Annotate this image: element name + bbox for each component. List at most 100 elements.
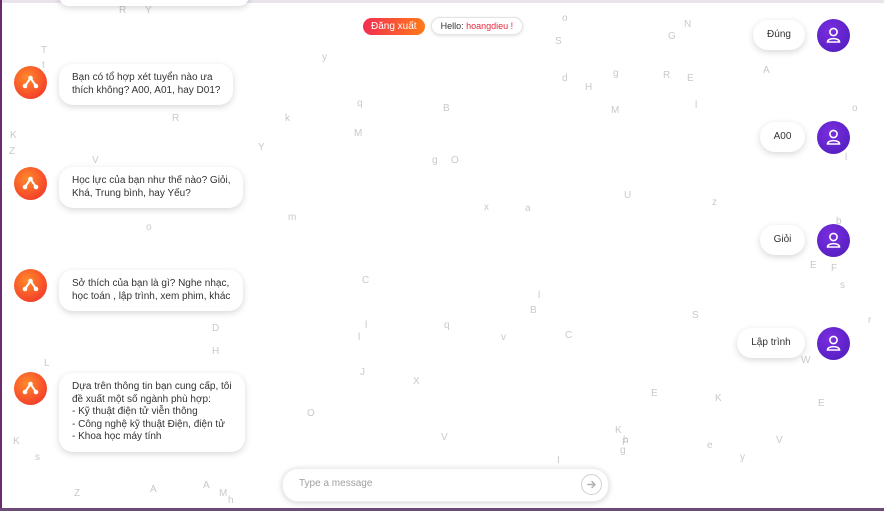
background-letter: y bbox=[740, 452, 745, 463]
background-letter: W bbox=[801, 355, 811, 366]
background-letter: K bbox=[13, 436, 20, 447]
background-letter: L bbox=[44, 358, 50, 369]
background-letter: t bbox=[42, 60, 45, 71]
send-arrow-icon bbox=[587, 480, 596, 489]
background-letter: g bbox=[620, 445, 626, 456]
background-letter: K bbox=[615, 425, 622, 436]
background-letter: l bbox=[538, 290, 541, 301]
background-letter: B bbox=[530, 305, 537, 316]
background-letter: r bbox=[868, 315, 872, 326]
background-letter: T bbox=[41, 45, 48, 56]
background-letter: G bbox=[668, 31, 676, 42]
background-letter: E bbox=[651, 388, 658, 399]
background-letter: Y bbox=[258, 142, 265, 153]
background-letter: z bbox=[712, 197, 717, 208]
background-letter: V bbox=[92, 155, 99, 166]
previous-message-bubble bbox=[59, 0, 249, 6]
background-letter: A bbox=[203, 480, 210, 491]
user-message: Giỏi bbox=[760, 225, 805, 255]
background-letter: d bbox=[562, 73, 568, 84]
background-letter: Z bbox=[9, 146, 16, 157]
background-letter: v bbox=[501, 332, 506, 343]
background-letter: V bbox=[441, 432, 448, 443]
bot-message: Học lực của bạn như thế nào? Giỏi, Khá, … bbox=[59, 167, 244, 208]
background-letter: M bbox=[219, 488, 228, 499]
background-letter: A bbox=[763, 65, 770, 76]
background-letter: y bbox=[322, 52, 327, 63]
bot-message: Sở thích của bạn là gì? Nghe nhạc, học t… bbox=[59, 270, 244, 311]
background-letter: A bbox=[150, 484, 157, 495]
user-message: Lập trình bbox=[737, 328, 805, 358]
background-letter: V bbox=[776, 435, 783, 446]
background-letter: k bbox=[285, 113, 290, 124]
background-letter: o bbox=[852, 103, 858, 114]
user-avatar-icon bbox=[817, 327, 850, 360]
background-letter: l bbox=[358, 332, 361, 343]
background-letter: M bbox=[611, 105, 620, 116]
background-letter: R bbox=[119, 5, 127, 16]
greeting-prefix: Hello: bbox=[440, 21, 464, 31]
background-letter: O bbox=[307, 408, 315, 419]
user-message: A00 bbox=[760, 122, 805, 152]
background-letter: Y bbox=[145, 5, 152, 16]
background-letter: H bbox=[212, 346, 220, 357]
background-letter: S bbox=[692, 310, 699, 321]
background-letter: E bbox=[687, 73, 694, 84]
background-letter: q bbox=[444, 320, 450, 331]
send-button[interactable] bbox=[581, 474, 602, 495]
background-letter: h bbox=[228, 495, 234, 506]
user-avatar-icon bbox=[817, 19, 850, 52]
background-letter: E bbox=[810, 260, 817, 271]
background-letter: N bbox=[684, 19, 692, 30]
top-bar: Đăng xuất Hello: hoangdieu ! bbox=[363, 17, 524, 35]
background-letter: l bbox=[365, 320, 368, 331]
background-letter: o bbox=[146, 222, 152, 233]
logout-button[interactable]: Đăng xuất bbox=[363, 17, 425, 35]
background-letter: F bbox=[831, 263, 838, 274]
bot-message: Bạn có tổ hợp xét tuyển nào ưa thích khô… bbox=[59, 64, 234, 105]
background-letter: C bbox=[565, 330, 573, 341]
background-letter: K bbox=[715, 393, 722, 404]
message-input[interactable] bbox=[297, 477, 561, 490]
background-letter: g bbox=[613, 68, 619, 79]
bot-avatar-icon bbox=[14, 269, 47, 302]
background-letter: C bbox=[362, 275, 370, 286]
background-letter: g bbox=[432, 155, 438, 166]
bot-avatar-icon bbox=[14, 167, 47, 200]
user-avatar-icon bbox=[817, 121, 850, 154]
background-letter: s bbox=[840, 280, 845, 291]
background-letter: H bbox=[585, 82, 593, 93]
bot-recommendation-message: Dựa trên thông tin bạn cung cấp, tôi đề … bbox=[59, 373, 245, 452]
user-avatar-icon bbox=[817, 224, 850, 257]
background-letter: e bbox=[707, 440, 713, 451]
background-letter: l bbox=[845, 152, 848, 163]
background-letter: B bbox=[443, 103, 450, 114]
background-letter: o bbox=[562, 13, 568, 24]
background-letter: l bbox=[695, 100, 698, 111]
greeting-badge: Hello: hoangdieu ! bbox=[430, 17, 524, 35]
message-composer bbox=[282, 468, 609, 502]
background-letter: X bbox=[413, 376, 420, 387]
background-letter: Z bbox=[74, 488, 81, 499]
bot-avatar-icon bbox=[14, 66, 47, 99]
window-left-edge bbox=[0, 0, 2, 511]
background-letter: O bbox=[451, 155, 459, 166]
user-message: Đúng bbox=[753, 20, 805, 50]
background-letter: K bbox=[10, 130, 17, 141]
background-letter: R bbox=[663, 70, 671, 81]
background-letter: x bbox=[484, 202, 489, 213]
background-letter: R bbox=[172, 113, 180, 124]
background-letter: m bbox=[288, 212, 297, 223]
bot-avatar-icon bbox=[14, 372, 47, 405]
background-letter: D bbox=[212, 323, 220, 334]
background-letter: E bbox=[818, 398, 825, 409]
background-letter: I bbox=[557, 455, 560, 466]
background-letter: J bbox=[360, 367, 365, 378]
background-letter: s bbox=[35, 452, 40, 463]
background-letter: S bbox=[555, 36, 562, 47]
background-letter: a bbox=[525, 203, 531, 214]
background-letter: M bbox=[354, 128, 363, 139]
background-letter: q bbox=[357, 98, 363, 109]
background-letter: U bbox=[624, 190, 632, 201]
username: hoangdieu ! bbox=[466, 21, 514, 31]
